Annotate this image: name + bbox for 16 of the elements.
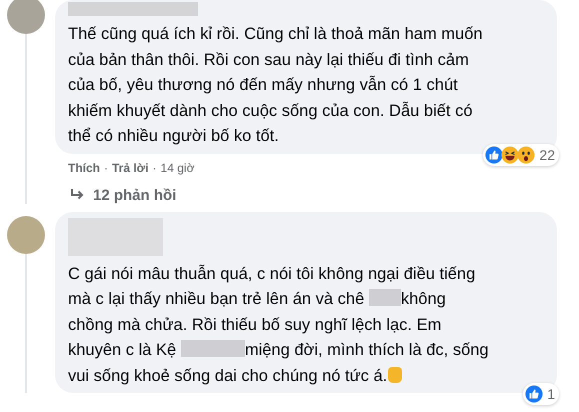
action-link[interactable]: Trả lời <box>112 160 149 174</box>
separator-dot: · <box>152 160 157 174</box>
reaction-summary[interactable]: 22 <box>483 144 559 166</box>
thumbs-up-icon <box>525 385 544 403</box>
action-link[interactable]: Thích <box>68 160 100 174</box>
surprised-face-icon <box>517 146 536 164</box>
laughing-face-icon <box>501 146 520 164</box>
comment-text: C gái nói mâu thuẫn quá, c nói tôi không ngại điều tiếng mà c lại thấy nhiều bạn trẻ lên án và chê không chồng mà chửa. Rồi thiếu bố suy nghĩ lệch lạc. Em khuyên c là Kệ miệng đời, mình thích là đc, sống vui sống khoẻ sống dai cho chúng nó tức á. <box>68 264 490 386</box>
avatar <box>6 216 44 254</box>
avatar <box>6 0 44 34</box>
thumbs-up-icon <box>485 146 504 164</box>
separator-dot: · <box>104 160 108 174</box>
timestamp[interactable]: 14 giờ <box>160 160 194 174</box>
view-replies-link[interactable]: 12 phản hồi <box>93 186 176 204</box>
comment-text: Thế cũng quá ích kỉ rồi. Cũng chỉ là thoả mãn ham muốn của bản thân thôi. Rồi con sau này lại thiếu đi tình cảm của bố, yêu thương nó đến mấy nhưng vẫn có 1 chút khiếm khuyết dành cho cuộc sống của con. Dẫu biết có thể có nhiều người bố ko tốt. <box>68 24 484 147</box>
reaction-summary[interactable]: 1 <box>523 383 559 405</box>
